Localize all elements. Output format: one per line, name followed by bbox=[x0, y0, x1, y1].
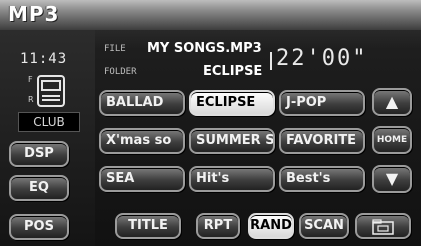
time-separator bbox=[270, 52, 272, 70]
play-time: 22'00" bbox=[276, 46, 368, 71]
dsp-button[interactable]: DSP bbox=[9, 141, 69, 167]
folder-button-hits[interactable]: Hit's bbox=[189, 166, 275, 192]
down-arrow-icon: ▼ bbox=[385, 169, 399, 188]
file-name: MY SONGS.MP3 bbox=[147, 41, 262, 56]
folder-button-ballad[interactable]: BALLAD bbox=[99, 90, 185, 116]
folder-icon bbox=[372, 219, 394, 235]
page-title: MP3 bbox=[8, 2, 60, 26]
title-bar: MP3 bbox=[0, 0, 421, 30]
screen: MP3 11:43 F R CLUB DSP EQ POS FILE MY SO… bbox=[0, 0, 421, 246]
disc-magazine-icon: F R bbox=[28, 75, 70, 109]
title-button[interactable]: TITLE bbox=[115, 213, 181, 239]
folder-button-eclipse[interactable]: ECLIPSE bbox=[189, 90, 275, 116]
sound-mode-display: CLUB bbox=[18, 112, 80, 132]
scroll-down-button[interactable]: ▼ bbox=[372, 165, 412, 193]
rpt-button[interactable]: RPT bbox=[196, 213, 240, 239]
folder-button-summer[interactable]: SUMMER S bbox=[189, 128, 275, 154]
scroll-up-button[interactable]: ▲ bbox=[372, 88, 412, 116]
up-arrow-icon: ▲ bbox=[385, 92, 399, 111]
pos-button[interactable]: POS bbox=[9, 214, 69, 240]
folder-name: ECLIPSE bbox=[203, 64, 263, 79]
folder-label: FOLDER bbox=[104, 67, 137, 77]
eq-button[interactable]: EQ bbox=[9, 175, 69, 201]
folder-list-button[interactable] bbox=[355, 213, 411, 239]
scan-button[interactable]: SCAN bbox=[299, 213, 349, 239]
folder-button-favorite[interactable]: FAVORITE bbox=[279, 128, 365, 154]
folder-button-xmas[interactable]: X'mas so bbox=[99, 128, 185, 154]
folder-button-bests[interactable]: Best's bbox=[279, 166, 365, 192]
file-label: FILE bbox=[104, 44, 126, 54]
home-button[interactable]: HOME bbox=[372, 126, 412, 154]
rand-button[interactable]: RAND bbox=[248, 213, 294, 239]
folder-button-sea[interactable]: SEA bbox=[99, 166, 185, 192]
folder-button-jpop[interactable]: J-POP bbox=[279, 90, 365, 116]
clock: 11:43 bbox=[20, 51, 68, 67]
